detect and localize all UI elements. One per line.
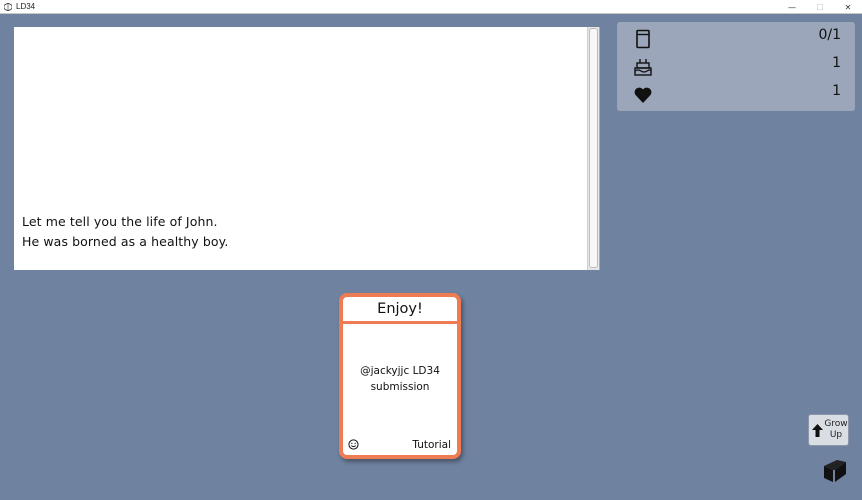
- grow-up-button[interactable]: Grow Up: [808, 414, 849, 446]
- scrollbar-thumb[interactable]: [589, 28, 598, 268]
- card-type-label: Tutorial: [412, 439, 451, 451]
- health-value: 1: [832, 83, 841, 99]
- stat-row-health: 1: [617, 80, 855, 108]
- smiley-icon: [348, 439, 359, 450]
- story-line: Let me tell you the life of John.: [22, 214, 218, 229]
- story-line: He was borned as a healthy boy.: [22, 234, 229, 249]
- card-body-line: @jackyjjc LD34: [360, 365, 440, 377]
- window-controls: — ☐ ✕: [778, 0, 862, 14]
- story-text: Let me tell you the life of John. He was…: [22, 212, 228, 252]
- grow-up-label-line: Grow: [824, 419, 848, 429]
- window-title: LD34: [16, 2, 36, 11]
- maximize-button[interactable]: ☐: [806, 0, 834, 14]
- arrow-up-icon: [812, 424, 823, 437]
- card-icon: [636, 29, 650, 49]
- close-button[interactable]: ✕: [834, 0, 862, 14]
- stat-row-cards: 0/1: [617, 24, 855, 52]
- minimize-button[interactable]: —: [778, 0, 806, 14]
- story-scrollbar[interactable]: [587, 27, 599, 270]
- card-title: Enjoy!: [343, 297, 457, 324]
- grow-up-label: Grow Up: [824, 419, 848, 441]
- stats-panel: 0/1 1 1: [617, 22, 855, 111]
- card-body: @jackyjjc LD34 submission: [343, 363, 457, 395]
- unity-app-icon: [4, 2, 12, 11]
- age-value: 1: [832, 55, 841, 71]
- card-body-line: submission: [370, 381, 430, 393]
- tutorial-card[interactable]: Enjoy! @jackyjjc LD34 submission Tutoria…: [339, 293, 461, 459]
- window-title-bar: LD34 — ☐ ✕: [0, 0, 862, 14]
- heart-icon: [634, 87, 652, 103]
- cards-count: 0/1: [818, 27, 841, 43]
- birthday-cake-icon: [634, 59, 652, 76]
- stat-row-age: 1: [617, 52, 855, 80]
- grow-up-label-line: Up: [829, 430, 843, 440]
- story-panel: Let me tell you the life of John. He was…: [14, 27, 600, 270]
- game-logo-icon: [824, 460, 846, 482]
